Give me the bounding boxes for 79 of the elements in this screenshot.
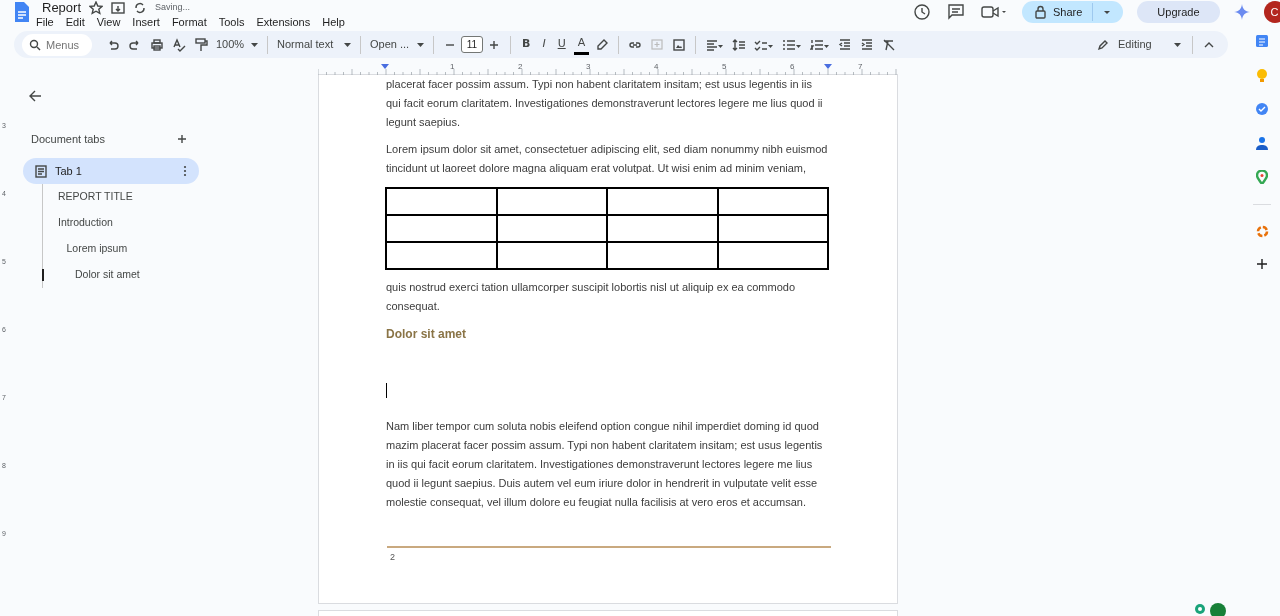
menu-item[interactable]: Extensions xyxy=(250,15,317,29)
table-cell[interactable] xyxy=(607,215,718,242)
menu-item[interactable]: Help xyxy=(316,15,351,29)
table-cell[interactable] xyxy=(496,188,607,215)
document-tab[interactable]: Tab 1 xyxy=(23,158,199,184)
table-cell[interactable] xyxy=(386,215,497,242)
bold-button[interactable]: B xyxy=(518,34,535,55)
ruler-number: 3 xyxy=(586,61,591,73)
star-icon[interactable] xyxy=(89,0,104,15)
ruler-number: 5 xyxy=(722,61,727,73)
share-button[interactable]: Share xyxy=(1022,1,1124,23)
paragraph-style-dropdown[interactable]: Normal text xyxy=(273,33,355,56)
ruler-number: 2 xyxy=(518,61,523,73)
ruler-number: 4 xyxy=(654,61,659,73)
lock-icon xyxy=(1034,5,1047,19)
font-size-field[interactable]: 11 xyxy=(461,36,483,53)
caret-icon xyxy=(344,42,351,47)
document-title[interactable]: Report xyxy=(42,0,82,15)
back-arrow-icon[interactable] xyxy=(28,89,42,103)
menu-item[interactable]: Edit xyxy=(59,15,91,29)
ring-icon[interactable] xyxy=(1255,225,1269,238)
add-icon[interactable] xyxy=(1256,258,1268,270)
paragraph: quis nostrud exerci tation ullamcorper suscipit lobortis nisl ut aliquip ex ea commodo consequat. xyxy=(386,280,797,314)
table-cell[interactable] xyxy=(717,215,828,242)
table-cell[interactable] xyxy=(717,242,828,269)
paragraph: Nam liber tempor cum soluta nobis eleifend option congue nihil imperdiet doming id quod mazim placerat facer possim assum. Typi non habent claritatem insitam; est usus legentis in iis qui facit eorum claritatem. Investigationes demonstraverunt lectores legere me lius quod ii legunt saepius. Duis autem vel eum iriure dolor in hendrerit in vulputate velit esse molestie consequat, vel illum dolore eu feugiat nulla facilisis at vero eros et accumsan. xyxy=(386,419,824,510)
table-cell[interactable] xyxy=(496,242,607,269)
table-cell[interactable] xyxy=(717,188,828,215)
table-cell[interactable] xyxy=(607,242,718,269)
menu-item[interactable]: Tools xyxy=(212,15,251,29)
ruler-number: 1 xyxy=(450,61,455,73)
caret-icon xyxy=(251,42,258,47)
text-cursor xyxy=(386,383,387,399)
map-pin-icon[interactable] xyxy=(1256,170,1268,184)
outline-item[interactable]: Dolor sit amet xyxy=(43,262,308,288)
table-cell[interactable] xyxy=(386,188,497,215)
avatar[interactable]: C xyxy=(1263,1,1280,23)
sparkle-icon[interactable] xyxy=(1233,4,1250,20)
menu-item[interactable]: File xyxy=(30,15,60,29)
sync-icon xyxy=(133,0,148,15)
docs-logo-icon[interactable] xyxy=(14,2,30,22)
table-cell[interactable] xyxy=(386,242,497,269)
outline-item[interactable]: Introduction xyxy=(43,210,308,236)
checkmark-icon[interactable] xyxy=(1255,102,1269,116)
menu-item[interactable]: Insert xyxy=(126,15,166,29)
table-cell[interactable] xyxy=(496,215,607,242)
caret-icon xyxy=(1103,9,1112,15)
search-icon xyxy=(29,38,41,51)
ruler-number: 6 xyxy=(790,61,795,73)
editing-mode-dropdown[interactable]: Editing xyxy=(1091,33,1187,56)
page-number: 2 xyxy=(390,551,395,564)
person-icon[interactable] xyxy=(1256,136,1268,150)
history-icon[interactable] xyxy=(912,2,932,22)
add-tab-icon[interactable] xyxy=(177,133,187,144)
italic-button[interactable]: I xyxy=(538,34,550,55)
caret-icon xyxy=(1174,42,1181,47)
font-dropdown[interactable]: Open ... xyxy=(366,33,428,56)
caret-icon xyxy=(417,42,424,47)
upgrade-button[interactable]: Upgrade xyxy=(1137,1,1220,23)
pin-icon[interactable] xyxy=(1194,603,1206,616)
underline-button[interactable]: U xyxy=(553,34,570,55)
save-status: Saving... xyxy=(155,0,191,14)
panel-title: Document tabs xyxy=(31,131,105,147)
menu-item[interactable]: Format xyxy=(165,15,213,29)
comment-icon[interactable] xyxy=(946,2,966,22)
pencil-icon xyxy=(1097,38,1109,51)
paragraph: Lorem ipsum dolor sit amet, consectetuer adipiscing elit, sed diam nonummy nibh euismod tincidunt ut laoreet dolore magna aliquam erat volutpat. Ut wisi enim ad minim veniam, xyxy=(386,142,829,177)
more-options-icon[interactable] xyxy=(183,165,187,177)
text-color-button[interactable]: A xyxy=(573,34,590,55)
table-cell[interactable] xyxy=(607,188,718,215)
menu-item[interactable]: View xyxy=(90,15,127,29)
ruler-number: 7 xyxy=(858,61,863,73)
document-icon xyxy=(35,164,47,178)
menus-search-field[interactable]: Menus xyxy=(22,33,92,56)
outline-item[interactable]: Lorem ipsum xyxy=(43,236,308,262)
outline-item[interactable]: REPORT TITLE xyxy=(43,184,308,210)
paragraph: placerat facer possim assum. Typi non habent claritatem insitam; est usus legentis in iis qui facit eorum claritatem. Investigationes demonstraverunt lectores legere me lius quod ii legunt saepius. xyxy=(386,77,824,130)
heading: Dolor sit amet xyxy=(386,325,467,343)
zoom-dropdown[interactable]: 100% xyxy=(212,33,262,56)
